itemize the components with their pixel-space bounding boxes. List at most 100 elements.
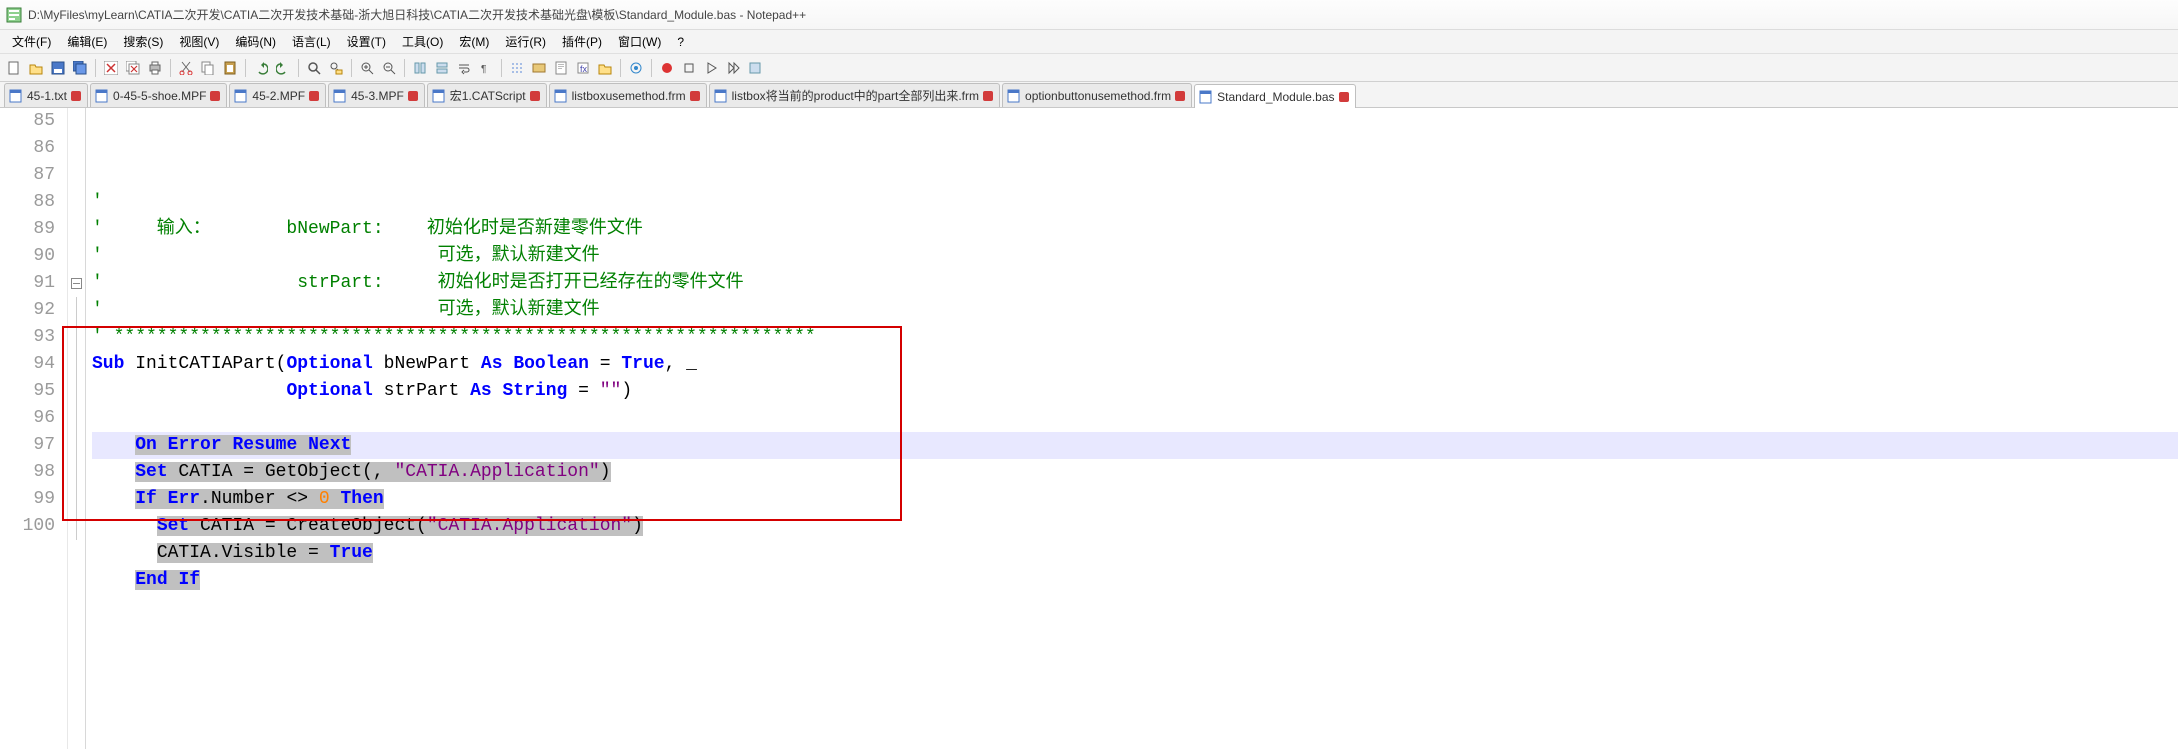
fold-marker[interactable] bbox=[68, 378, 85, 405]
indent-guide-icon[interactable] bbox=[507, 58, 527, 78]
fold-marker[interactable] bbox=[68, 405, 85, 432]
menu-item[interactable]: 编辑(E) bbox=[59, 31, 115, 52]
redo-icon[interactable] bbox=[273, 58, 293, 78]
code-line[interactable] bbox=[92, 405, 2178, 432]
zoom-out-icon[interactable] bbox=[379, 58, 399, 78]
editor-area: 858687888990919293949596979899100 '' 输入：… bbox=[0, 108, 2178, 749]
play-macro-icon[interactable] bbox=[701, 58, 721, 78]
paste-icon[interactable] bbox=[220, 58, 240, 78]
print-icon[interactable] bbox=[145, 58, 165, 78]
func-list-icon[interactable]: fx bbox=[573, 58, 593, 78]
separator bbox=[501, 59, 502, 77]
fold-marker[interactable] bbox=[68, 270, 85, 297]
record-macro-icon[interactable] bbox=[657, 58, 677, 78]
play-multi-icon[interactable] bbox=[723, 58, 743, 78]
fold-marker[interactable] bbox=[68, 243, 85, 270]
menu-item[interactable]: 语言(L) bbox=[284, 31, 339, 52]
new-file-icon[interactable] bbox=[4, 58, 24, 78]
undo-icon[interactable] bbox=[251, 58, 271, 78]
fold-marker[interactable] bbox=[68, 189, 85, 216]
tab-label: 45-1.txt bbox=[27, 89, 67, 103]
line-number: 98 bbox=[0, 459, 61, 486]
tab[interactable]: 宏1.CATScript bbox=[427, 83, 547, 107]
show-all-chars-icon[interactable]: ¶ bbox=[476, 58, 496, 78]
code-line[interactable]: ' bbox=[92, 189, 2178, 216]
code-line[interactable]: ' 可选，默认新建文件 bbox=[92, 243, 2178, 270]
code-line[interactable]: ' **************************************… bbox=[92, 324, 2178, 351]
fold-marker[interactable] bbox=[68, 432, 85, 459]
open-file-icon[interactable] bbox=[26, 58, 46, 78]
tab[interactable]: optionbuttonusemethod.frm bbox=[1002, 83, 1192, 107]
code-line[interactable]: ' 可选，默认新建文件 bbox=[92, 297, 2178, 324]
stop-macro-icon[interactable] bbox=[679, 58, 699, 78]
save-icon[interactable] bbox=[48, 58, 68, 78]
code-line[interactable]: Optional strPart As String = "") bbox=[92, 378, 2178, 405]
menu-item[interactable]: ? bbox=[669, 33, 692, 51]
menu-item[interactable]: 窗口(W) bbox=[610, 31, 669, 52]
tab[interactable]: listboxusemethod.frm bbox=[549, 83, 707, 107]
dirty-indicator bbox=[309, 91, 319, 101]
fold-marker[interactable] bbox=[68, 108, 85, 135]
code-line[interactable]: On Error Resume Next bbox=[92, 432, 2178, 459]
menu-item[interactable]: 编码(N) bbox=[227, 31, 284, 52]
monitor-icon[interactable] bbox=[626, 58, 646, 78]
file-icon bbox=[1007, 89, 1021, 103]
code-line[interactable]: Set CATIA = CreateObject("CATIA.Applicat… bbox=[92, 513, 2178, 540]
fold-marker[interactable] bbox=[68, 162, 85, 189]
tab[interactable]: Standard_Module.bas bbox=[1194, 84, 1355, 108]
folder-view-icon[interactable] bbox=[595, 58, 615, 78]
wrap-icon[interactable] bbox=[454, 58, 474, 78]
menu-item[interactable]: 插件(P) bbox=[554, 31, 610, 52]
tab[interactable]: listbox将当前的product中的part全部列出来.frm bbox=[709, 83, 1000, 107]
line-number: 95 bbox=[0, 378, 61, 405]
menu-item[interactable]: 运行(R) bbox=[497, 31, 554, 52]
line-number: 93 bbox=[0, 324, 61, 351]
file-icon bbox=[9, 89, 23, 103]
fold-marker[interactable] bbox=[68, 459, 85, 486]
find-icon[interactable] bbox=[304, 58, 324, 78]
tab[interactable]: 0-45-5-shoe.MPF bbox=[90, 83, 227, 107]
code-line[interactable]: If Err.Number <> 0 Then bbox=[92, 486, 2178, 513]
save-all-icon[interactable] bbox=[70, 58, 90, 78]
fold-marker[interactable] bbox=[68, 297, 85, 324]
sync-v-icon[interactable] bbox=[410, 58, 430, 78]
dirty-indicator bbox=[408, 91, 418, 101]
line-number: 89 bbox=[0, 216, 61, 243]
window-title: D:\MyFiles\myLearn\CATIA二次开发\CATIA二次开发技术… bbox=[28, 6, 806, 23]
code-line[interactable]: End If bbox=[92, 567, 2178, 594]
zoom-in-icon[interactable] bbox=[357, 58, 377, 78]
cut-icon[interactable] bbox=[176, 58, 196, 78]
copy-icon[interactable] bbox=[198, 58, 218, 78]
code-line[interactable]: ' 输入： bNewPart: 初始化时是否新建零件文件 bbox=[92, 216, 2178, 243]
tab[interactable]: 45-3.MPF bbox=[328, 83, 425, 107]
code-line[interactable] bbox=[92, 594, 2178, 621]
fold-marker[interactable] bbox=[68, 324, 85, 351]
menu-item[interactable]: 设置(T) bbox=[339, 31, 394, 52]
save-macro-icon[interactable] bbox=[745, 58, 765, 78]
doc-map-icon[interactable] bbox=[551, 58, 571, 78]
menu-item[interactable]: 工具(O) bbox=[394, 31, 451, 52]
title-bar: D:\MyFiles\myLearn\CATIA二次开发\CATIA二次开发技术… bbox=[0, 0, 2178, 30]
menu-item[interactable]: 视图(V) bbox=[171, 31, 227, 52]
fold-marker[interactable] bbox=[68, 351, 85, 378]
code-view[interactable]: '' 输入： bNewPart: 初始化时是否新建零件文件' 可选，默认新建文件… bbox=[86, 108, 2178, 749]
lang-icon[interactable] bbox=[529, 58, 549, 78]
close-all-icon[interactable] bbox=[123, 58, 143, 78]
fold-marker[interactable] bbox=[68, 216, 85, 243]
fold-marker[interactable] bbox=[68, 513, 85, 540]
dirty-indicator bbox=[530, 91, 540, 101]
menu-item[interactable]: 搜索(S) bbox=[115, 31, 171, 52]
close-icon[interactable] bbox=[101, 58, 121, 78]
menu-item[interactable]: 文件(F) bbox=[4, 31, 59, 52]
code-line[interactable]: Sub InitCATIAPart(Optional bNewPart As B… bbox=[92, 351, 2178, 378]
fold-marker[interactable] bbox=[68, 486, 85, 513]
tab[interactable]: 45-1.txt bbox=[4, 83, 88, 107]
tab[interactable]: 45-2.MPF bbox=[229, 83, 326, 107]
code-line[interactable]: ' strPart: 初始化时是否打开已经存在的零件文件 bbox=[92, 270, 2178, 297]
code-line[interactable]: CATIA.Visible = True bbox=[92, 540, 2178, 567]
code-line[interactable]: Set CATIA = GetObject(, "CATIA.Applicati… bbox=[92, 459, 2178, 486]
menu-item[interactable]: 宏(M) bbox=[451, 31, 497, 52]
sync-h-icon[interactable] bbox=[432, 58, 452, 78]
replace-icon[interactable] bbox=[326, 58, 346, 78]
fold-marker[interactable] bbox=[68, 135, 85, 162]
